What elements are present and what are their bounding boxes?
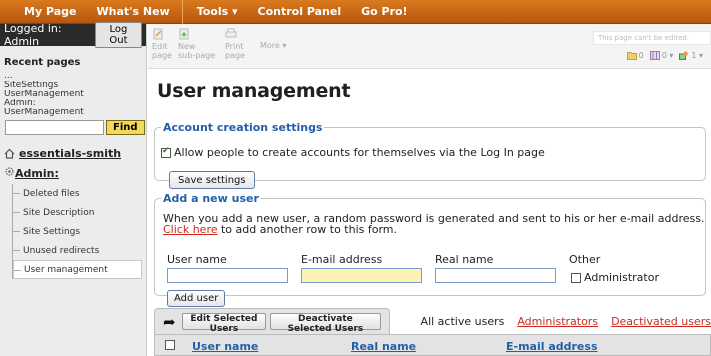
email-column-label: E-mail address	[301, 253, 383, 266]
watchers-count: 1 ▾	[691, 51, 703, 60]
find-button[interactable]: Find	[106, 120, 145, 135]
administrator-checkbox[interactable]	[571, 272, 581, 283]
print-line2: page	[225, 51, 245, 60]
nav-control-panel[interactable]: Control Panel	[248, 5, 352, 18]
realname-input[interactable]	[435, 268, 556, 283]
page-title: User management	[157, 80, 351, 102]
watchers-icon	[679, 51, 689, 60]
add-user-heading: Add a new user	[163, 192, 259, 205]
allow-self-signup-checkbox[interactable]	[161, 146, 171, 158]
tree-root-link[interactable]: essentials-smith	[4, 144, 144, 162]
recent-page-item[interactable]: SiteSettings	[4, 81, 146, 90]
sidebar: Logged in: Admin Log Out Recent pages ..…	[0, 22, 147, 356]
recent-pages-list: ... SiteSettings UserManagement Admin: U…	[0, 68, 146, 117]
user-filters: All active users Administrators Deactiva…	[421, 315, 711, 328]
tree-item-unused-redirects[interactable]: Unused redirects	[13, 241, 144, 260]
print-line1: Print	[225, 42, 244, 51]
realname-column-label: Real name	[435, 253, 494, 266]
select-all-checkbox[interactable]	[165, 340, 175, 350]
username-input[interactable]	[167, 268, 288, 283]
save-settings-button[interactable]: Save settings	[169, 171, 255, 189]
users-table-header: User name Real name E-mail address	[154, 334, 711, 356]
tree-item-user-management[interactable]: User management	[13, 260, 142, 279]
username-column-label: User name	[167, 253, 227, 266]
account-settings-section: Account creation settings Allow people t…	[154, 121, 706, 189]
add-user-button[interactable]: Add user	[167, 290, 226, 307]
printer-icon	[225, 28, 237, 40]
arrow-right-icon: ➦	[163, 312, 176, 331]
tree-admin-label: Admin:	[15, 166, 59, 180]
recent-pages-heading: Recent pages	[4, 57, 81, 68]
watchers-counter[interactable]: 1 ▾	[679, 51, 703, 60]
allow-self-signup-row: Allow people to create accounts for them…	[161, 146, 545, 159]
page-toolbar: Edit page New sub-page Print page More ▾…	[148, 24, 711, 69]
new-line1: New	[178, 42, 196, 51]
allow-self-signup-label: Allow people to create accounts for them…	[174, 146, 545, 159]
administrator-label: Administrator	[584, 271, 659, 284]
app-window: My Page What's New Tools ▾ Control Panel…	[0, 0, 711, 356]
new-line2: sub-page	[178, 51, 216, 60]
edit-line2: page	[152, 51, 172, 60]
logout-button[interactable]: Log Out	[94, 22, 142, 48]
print-page-button[interactable]: Print page	[225, 28, 245, 60]
tree-admin-link[interactable]: Admin:	[4, 164, 144, 182]
edit-page-button[interactable]: Edit page	[152, 28, 172, 60]
page-tree: essentials-smith Admin: Deleted files Si…	[4, 144, 144, 279]
other-column-label: Other	[569, 253, 601, 266]
folder-counter[interactable]: 0	[626, 51, 644, 60]
pages-count: 0 ▾	[661, 51, 674, 60]
bulk-actions-panel: ➦ Edit Selected Users Deactivate Selecte…	[154, 308, 390, 334]
pages-icon	[649, 51, 660, 60]
edit-status-notice: This page can't be edited.	[593, 31, 711, 45]
tree-item-deleted-files[interactable]: Deleted files	[13, 184, 144, 203]
new-page-icon	[178, 28, 190, 40]
edit-line1: Edit	[152, 42, 168, 51]
recent-page-item[interactable]: ...	[4, 72, 146, 81]
email-input[interactable]	[301, 268, 422, 283]
tree-item-site-description[interactable]: Site Description	[13, 203, 144, 222]
tree-admin-children: Deleted files Site Description Site Sett…	[12, 184, 144, 279]
login-bar: Logged in: Admin Log Out	[0, 22, 146, 48]
home-icon	[4, 148, 15, 159]
pages-counter[interactable]: 0 ▾	[649, 51, 674, 60]
top-navigation: My Page What's New Tools ▾ Control Panel…	[0, 0, 711, 24]
filter-deactivated-users[interactable]: Deactivated users	[611, 315, 711, 328]
recent-page-item[interactable]: Admin:	[4, 99, 146, 108]
sidebar-search: Find	[5, 120, 145, 135]
column-header-username[interactable]: User name	[192, 340, 258, 353]
edit-selected-users-button[interactable]: Edit Selected Users	[181, 313, 267, 334]
filter-all-active-users[interactable]: All active users	[421, 315, 505, 328]
column-header-realname[interactable]: Real name	[351, 340, 416, 353]
gear-icon	[4, 166, 15, 180]
administrator-option: Administrator	[571, 271, 659, 284]
deactivate-selected-users-button[interactable]: Deactivate Selected Users	[270, 313, 381, 334]
nav-tools-menu[interactable]: Tools ▾	[187, 5, 248, 18]
filter-administrators[interactable]: Administrators	[517, 315, 598, 328]
nav-whats-new[interactable]: What's New	[86, 5, 179, 18]
column-header-email[interactable]: E-mail address	[506, 340, 598, 353]
toolbar-counters: 0 0 ▾ 1 ▾	[626, 51, 703, 60]
more-menu-button[interactable]: More ▾	[260, 41, 286, 50]
search-input[interactable]	[5, 120, 104, 135]
add-user-section: Add a new user When you add a new user, …	[154, 192, 706, 307]
add-user-desc-line2: to add another row to this form.	[217, 223, 398, 236]
folder-icon	[626, 51, 637, 60]
main-content: User management Account creation setting…	[148, 69, 711, 356]
new-subpage-button[interactable]: New sub-page	[178, 28, 215, 60]
logged-in-text: Logged in: Admin	[4, 22, 62, 48]
click-here-link[interactable]: Click here	[163, 223, 218, 236]
users-toolbar: ➦ Edit Selected Users Deactivate Selecte…	[154, 308, 711, 334]
nav-divider	[181, 0, 183, 24]
recent-page-item[interactable]: UserManagement	[4, 108, 146, 117]
nav-go-pro[interactable]: Go Pro!	[351, 5, 417, 18]
folder-count: 0	[638, 51, 644, 60]
edit-icon	[152, 28, 164, 40]
nav-my-page[interactable]: My Page	[0, 5, 86, 18]
tree-root-label: essentials-smith	[19, 146, 122, 160]
account-settings-heading: Account creation settings	[163, 121, 323, 134]
recent-page-item[interactable]: UserManagement	[4, 90, 146, 99]
tree-item-site-settings[interactable]: Site Settings	[13, 222, 144, 241]
add-user-description: When you add a new user, a random passwo…	[163, 213, 704, 235]
